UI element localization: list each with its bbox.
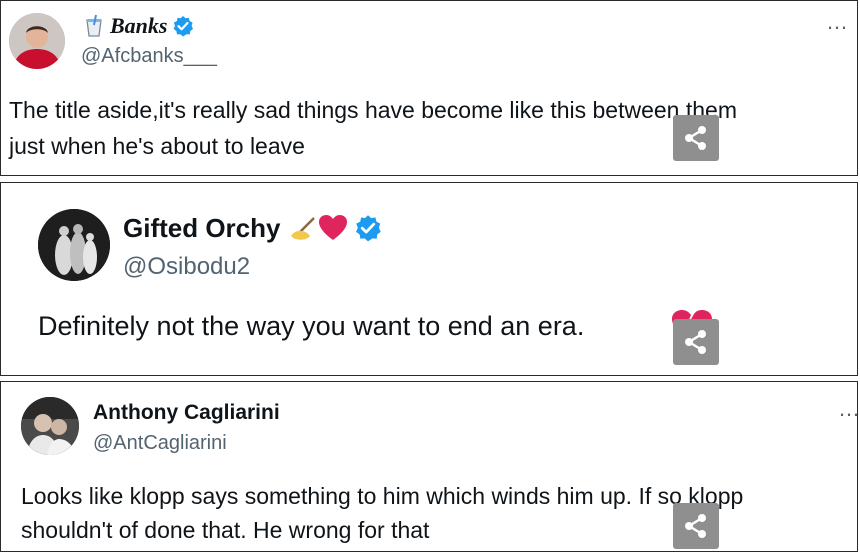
handle[interactable]: @Afcbanks___ <box>81 45 217 68</box>
writing-hand-emoji-icon <box>288 214 318 242</box>
tweet-text-line: Definitely not the way you want to end a… <box>38 311 585 341</box>
share-icon <box>685 126 706 150</box>
share-button[interactable] <box>673 503 719 549</box>
display-name[interactable]: Banks <box>110 13 167 39</box>
avatar[interactable] <box>38 209 110 281</box>
cup-emoji-icon <box>81 13 107 39</box>
share-icon <box>685 514 706 538</box>
handle[interactable]: @AntCagliarini <box>93 432 227 455</box>
display-name-row: Anthony Cagliarini <box>93 399 280 427</box>
tweet-text-line: The title aside,it's really sad things h… <box>9 97 737 123</box>
handle[interactable]: @Osibodu2 <box>123 253 250 281</box>
share-button[interactable] <box>673 319 719 365</box>
display-name[interactable]: Gifted Orchy <box>123 213 280 244</box>
tweet-card-anthony-cagliarini: Anthony Cagliarini @AntCagliarini … Look… <box>0 381 858 552</box>
verified-badge-icon <box>354 214 382 242</box>
avatar[interactable] <box>21 397 79 455</box>
share-button[interactable] <box>673 115 719 161</box>
more-options-icon[interactable]: … <box>826 9 849 35</box>
display-name[interactable]: Anthony Cagliarini <box>93 401 280 425</box>
tweet-text-line: just when he's about to leave <box>9 133 305 159</box>
tweet-card-gifted-orchy: Gifted Orchy @Osibodu2 Definitely not th… <box>0 182 858 376</box>
display-name-row: Banks <box>81 12 194 40</box>
more-options-icon[interactable]: … <box>838 396 857 422</box>
share-icon <box>685 330 706 354</box>
verified-badge-icon <box>172 15 194 37</box>
display-name-row: Gifted Orchy <box>123 211 382 245</box>
heart-icon <box>318 214 348 242</box>
tweet-text-line: Looks like klopp says something to him w… <box>21 483 744 509</box>
tweet-card-banks: Banks @Afcbanks___ … The title aside,it'… <box>0 0 858 176</box>
tweet-text-line: shouldn't of done that. He wrong for tha… <box>21 517 430 543</box>
avatar[interactable] <box>9 13 65 69</box>
